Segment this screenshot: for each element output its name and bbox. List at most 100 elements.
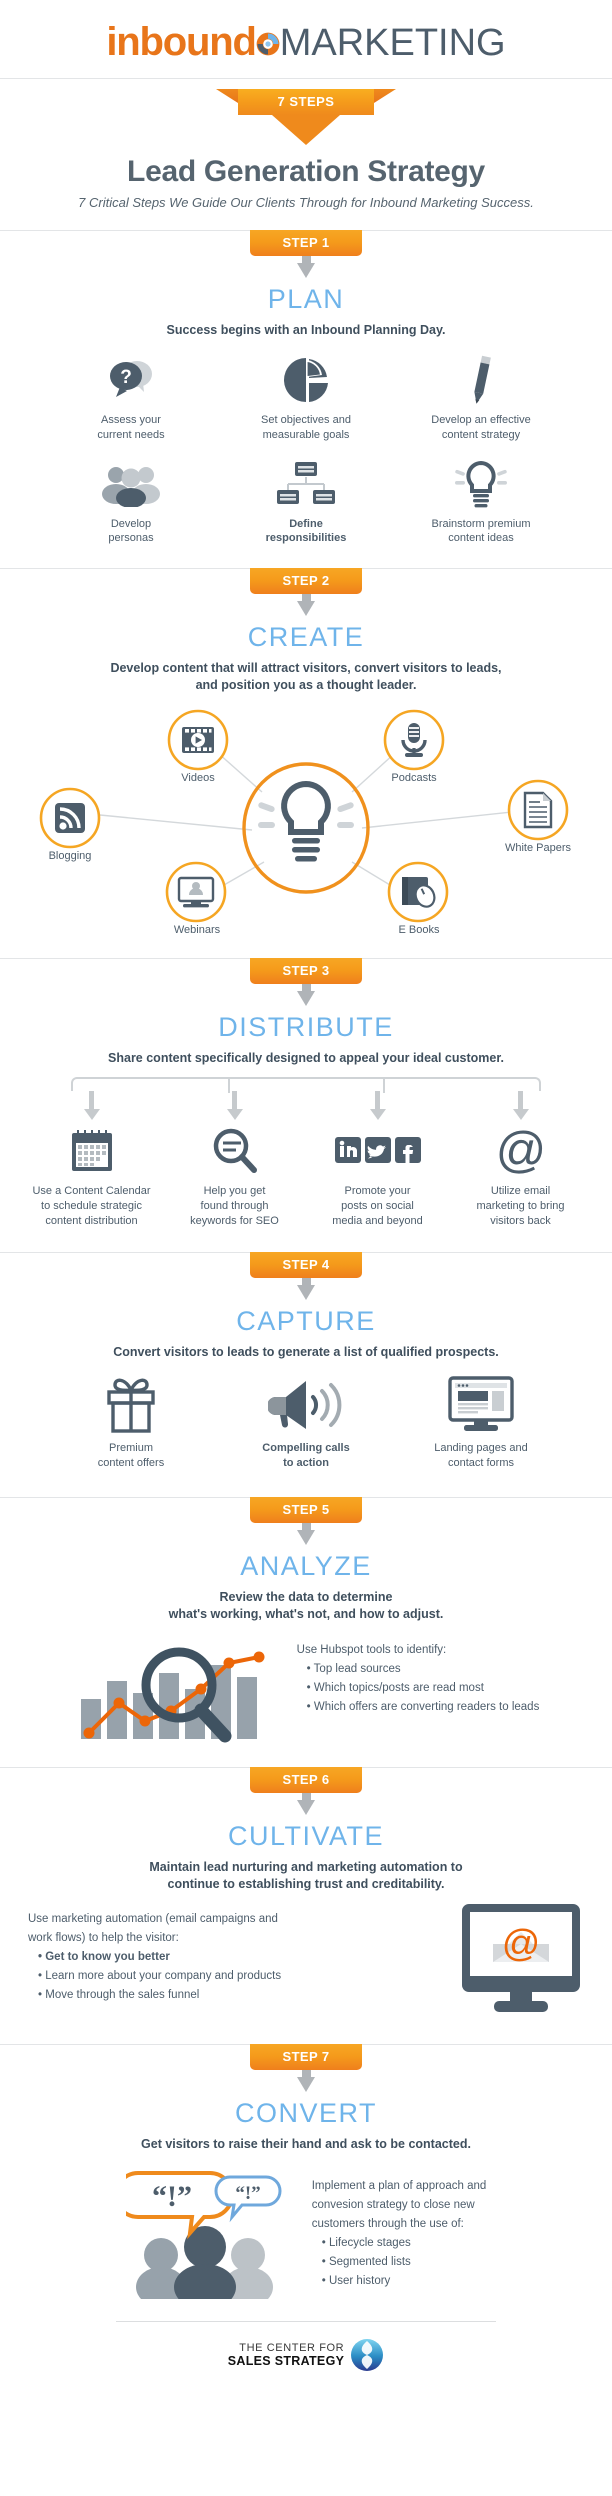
- step-7-desc: Get visitors to raise their hand and ask…: [141, 2137, 471, 2152]
- section-step-4: STEP 4 CAPTURE Convert visitors to leads…: [0, 1252, 612, 1497]
- down-arrow-icon: [0, 984, 612, 1006]
- section-step-3: STEP 3 DISTRIBUTE Share content specific…: [0, 958, 612, 1252]
- lightbulb-icon: [394, 457, 569, 511]
- document-lines-icon: [523, 791, 553, 829]
- calendar-icon: [20, 1124, 163, 1178]
- grid-item-caption: Landing pages and contact forms: [434, 1442, 528, 1470]
- site-logo: inbound MARKETING: [0, 0, 612, 78]
- bullet-item: Learn more about your company and produc…: [38, 1967, 432, 1986]
- down-arrow-icon: [0, 1792, 612, 1815]
- section-step-1: STEP 1 PLAN Success begins with an Inbou…: [0, 230, 612, 568]
- grid-item: Develop personas: [44, 457, 219, 547]
- infographic-page: inbound MARKETING 7 STEPS Lead Generation…: [0, 0, 612, 2399]
- step-4-title: CAPTURE: [236, 1306, 376, 1337]
- step-1-row-2: Develop personas Define responsibilities: [0, 457, 612, 547]
- hub-connector-lines: [39, 709, 569, 923]
- step-3-desc: Share content specifically designed to a…: [108, 1051, 504, 1065]
- globe-refresh-icon: [254, 30, 282, 58]
- grid-item-caption: Utilize email marketing to bring visitor…: [476, 1184, 565, 1227]
- down-arrow-icon: [0, 594, 612, 617]
- step-3-banner: STEP 3: [250, 958, 362, 984]
- grid-item-caption: Develop an effective content strategy: [431, 413, 531, 441]
- step-6-intro: Use marketing automation (email campaign…: [28, 1913, 278, 1945]
- grid-item: ? Assess your current needs: [44, 353, 219, 443]
- step-5-text: Use Hubspot tools to identify: Top lead …: [297, 1633, 540, 1717]
- node-label: Webinars: [173, 924, 221, 936]
- grid-item-caption: Set objectives and measurable goals: [261, 413, 351, 441]
- footer: THE CENTER FOR SALES STRATEGY: [0, 2307, 612, 2398]
- grid-item: Brainstorm premium content ideas: [394, 457, 569, 547]
- step-6-title: CULTIVATE: [227, 1820, 384, 1851]
- step-2-hub-diagram: Videos Podcasts White Papers Blogging We…: [0, 700, 612, 936]
- film-play-icon: [182, 727, 214, 753]
- grid-item: Define responsibilities: [219, 457, 394, 547]
- org-chart-icon: [219, 457, 394, 511]
- step-6-body: Use marketing automation (email campaign…: [0, 1902, 612, 2014]
- landing-page-monitor-icon: [394, 1375, 569, 1435]
- svg-text:@: @: [495, 1125, 546, 1177]
- step-5-bullets: Top lead sources Which topics/posts are …: [297, 1660, 540, 1717]
- csl-sphere-logo-icon: [350, 2338, 384, 2372]
- node-label: Podcasts: [391, 772, 437, 784]
- step-6-text: Use marketing automation (email campaign…: [28, 1902, 432, 2005]
- step-1-banner: STEP 1: [250, 230, 362, 256]
- bullet-item: Get to know you better: [38, 1948, 432, 1967]
- step-1-title: PLAN: [267, 284, 345, 314]
- grid-item: Promote your posts on social media and b…: [306, 1124, 449, 1229]
- rss-feed-icon: [55, 803, 85, 833]
- section-step-5: STEP 5 ANALYZE Review the data to determ…: [0, 1496, 612, 1767]
- drop-arrow-icon: [163, 1090, 306, 1120]
- svg-text:“!”: “!”: [235, 2183, 260, 2204]
- people-speech-bubbles-icon: “!” “!”: [125, 2163, 286, 2300]
- svg-text:@: @: [502, 1923, 541, 1965]
- footer-logo-line2: SALES STRATEGY: [227, 2353, 345, 2368]
- grid-item-caption: Help you get found through keywords for …: [190, 1184, 279, 1227]
- hero-badge: 7 STEPS: [238, 89, 374, 115]
- down-arrow-icon: [0, 256, 612, 278]
- drop-arrow-icon: [449, 1090, 592, 1120]
- grid-item-caption: Promote your posts on social media and b…: [332, 1184, 423, 1227]
- step-2-desc: Develop content that will attract visito…: [110, 661, 502, 693]
- pencil-icon: [394, 353, 569, 407]
- bar-chart-magnifier-icon: [73, 1633, 283, 1743]
- grid-item-caption: Assess your current needs: [97, 413, 165, 441]
- section-step-6: STEP 6 CULTIVATE Maintain lead nurturing…: [0, 1766, 612, 2045]
- grid-item-caption: Develop personas: [108, 517, 154, 545]
- step-7-body: “!” “!” Implement a plan of approach and…: [0, 2163, 612, 2300]
- grid-item-caption: Define responsibilities: [265, 517, 347, 545]
- step-5-banner: STEP 5: [250, 1496, 362, 1523]
- grid-item-caption: Premium content offers: [97, 1442, 165, 1470]
- footer-logo-line1: THE CENTER FOR: [239, 2342, 345, 2355]
- hero-section: 7 STEPS Lead Generation Strategy 7 Criti…: [0, 79, 612, 230]
- bullet-item: Lifecycle stages: [322, 2234, 487, 2253]
- svg-text:?: ?: [120, 367, 132, 388]
- page-title: Lead Generation Strategy: [127, 155, 485, 188]
- bracket-connector: [71, 1076, 541, 1093]
- step-3-title: DISTRIBUTE: [218, 1012, 394, 1042]
- svg-text:“!”: “!”: [152, 2180, 192, 2213]
- at-sign-email-icon: @: [449, 1124, 592, 1178]
- step-5-body: Use Hubspot tools to identify: Top lead …: [0, 1633, 612, 1743]
- step-7-banner: STEP 7: [250, 2044, 362, 2071]
- grid-item: Set objectives and measurable goals: [219, 353, 394, 443]
- grid-item-caption: Compelling calls to action: [262, 1442, 350, 1470]
- node-label: Blogging: [48, 850, 92, 862]
- monitor-email-icon: @: [458, 1902, 584, 2014]
- page-subtitle: 7 Critical Steps We Guide Our Clients Th…: [78, 195, 534, 210]
- step-1-desc: Success begins with an Inbound Planning …: [166, 323, 446, 337]
- step-7-text: Implement a plan of approach and convesi…: [312, 2163, 487, 2291]
- step-4-desc: Convert visitors to leads to generate a …: [113, 1345, 499, 1360]
- bullet-item: User history: [322, 2272, 487, 2291]
- step-1-row-1: ? Assess your current needs Set objectiv…: [0, 353, 612, 443]
- grid-item: Use a Content Calendar to schedule strat…: [20, 1124, 163, 1229]
- grid-item: Develop an effective content strategy: [394, 353, 569, 443]
- down-arrow-icon: [0, 2070, 612, 2093]
- step-7-bullets: Lifecycle stages Segmented lists User hi…: [312, 2234, 487, 2291]
- footer-logo: THE CENTER FOR SALES STRATEGY: [228, 2338, 384, 2372]
- footer-divider: [116, 2321, 496, 2323]
- logo-inbound-text: inbound: [106, 20, 257, 64]
- section-step-7: STEP 7 CONVERT Get visitors to raise the…: [0, 2044, 612, 2307]
- grid-item: Landing pages and contact forms: [394, 1375, 569, 1471]
- step-5-title: ANALYZE: [240, 1550, 372, 1581]
- logo-marketing-text: MARKETING: [279, 22, 506, 64]
